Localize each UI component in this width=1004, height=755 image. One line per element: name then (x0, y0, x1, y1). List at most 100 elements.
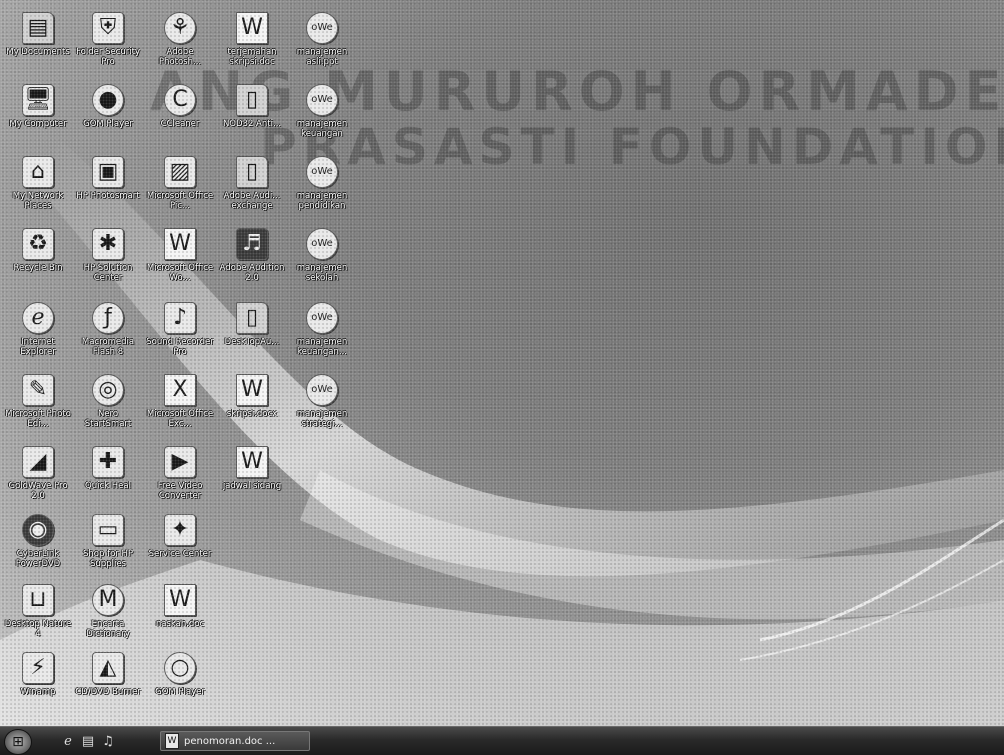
desktop-icon-adobe-photoshop[interactable]: ⚘ Adobe Photosh... (146, 8, 214, 74)
desktop-icon-owe-6[interactable]: oWe manajemen strategi... (288, 370, 356, 436)
icon-label: jadwal sidang (222, 481, 282, 491)
owe-icon: oWe (306, 374, 338, 406)
camera-icon: ▣ (92, 156, 124, 188)
icon-label: HP Photosmart (76, 191, 140, 201)
icon-label: Winamp (20, 687, 56, 697)
ccleaner-icon: C (164, 84, 196, 116)
icon-label: Service Center (148, 549, 212, 559)
icon-label: Microsoft Office Wo... (146, 263, 214, 283)
desktop-icon-recycle-bin[interactable]: ♻ Recycle Bin (4, 224, 72, 290)
icon-label: Recycle Bin (13, 263, 63, 273)
desktop-icon-nero[interactable]: ◎ Nero StartSmart (74, 370, 142, 436)
desktop-icon-owe-3[interactable]: oWe manajemen pendidikan (288, 152, 356, 218)
desktop-icon-terjemahan-doc[interactable]: W terjemahan skripsi.doc (218, 8, 286, 74)
quicklaunch-show-desktop-icon[interactable]: ▤ (80, 733, 96, 749)
icon-label: My Network Places (12, 191, 64, 211)
desktop-icon-powerdvd[interactable]: ◉ CyberLink PowerDVD (4, 510, 72, 576)
desktop-icon-my-network-places[interactable]: ⌂ My Network Places (4, 152, 72, 218)
desktop-icon-hp-supplies[interactable]: ▭ Shop for HP Supplies (74, 510, 142, 576)
photo-editor-icon: ✎ (22, 374, 54, 406)
word-doc-icon: W (164, 584, 196, 616)
desktop-icon-owe-4[interactable]: oWe manajemen sekolah (288, 224, 356, 290)
icon-label: Adobe Photosh... (158, 47, 202, 67)
office-picture-icon: ▨ (164, 156, 196, 188)
icon-label: Adobe Audi... exchange (223, 191, 281, 211)
icon-label: Microsoft Office Exc... (146, 409, 214, 429)
desktop-icon-gom-player[interactable]: ● GOM Player (74, 80, 142, 146)
windows-orb-icon: ⊞ (12, 734, 24, 750)
quicklaunch-internet-explorer-icon[interactable]: e (60, 733, 76, 749)
desktop-icon-encarta-dictionary[interactable]: M Encarta Dictionary (74, 580, 142, 646)
dictionary-icon: M (92, 584, 124, 616)
desktop-icon-winamp[interactable]: ⚡ Winamp (4, 648, 72, 714)
desktop-icon-gom-player-2[interactable]: ○ GOM Player (146, 648, 214, 714)
desktop-icon-office-picture[interactable]: ▨ Microsoft Office Pic... (146, 152, 214, 218)
desktop-icon-audition-exchange-folder[interactable]: ▯ Adobe Audi... exchange (218, 152, 286, 218)
desktop-icon-ccleaner[interactable]: C CCleaner (146, 80, 214, 146)
icon-label: Microsoft Office Pic... (146, 191, 214, 211)
desktop-icon-video-converter[interactable]: ▶ Free Video Converter (146, 442, 214, 508)
icon-label: My Documents (6, 47, 70, 57)
desktop-icon-quick-heal[interactable]: ✚ Quick Heal (74, 442, 142, 508)
icon-label: CyberLink PowerDVD (15, 549, 61, 569)
desktop-icon-owe-1[interactable]: oWe manajemen asli.ppt (288, 8, 356, 74)
winamp-icon: ⚡ (22, 652, 54, 684)
icon-label: NOD32 Anti... (222, 119, 282, 129)
icon-label: manajemen keuangan... (296, 337, 348, 357)
desktop-icon-goldwave[interactable]: ◢ GoldWave Pro 2.0 (4, 442, 72, 508)
desktop[interactable]: ANG MURUROH ORMADENHSIN PRASASTI FOUNDAT… (0, 0, 1004, 726)
owe-icon: oWe (306, 156, 338, 188)
icon-label: My Computer (9, 119, 67, 129)
icon-label: Internet Explorer (20, 337, 56, 357)
internet-explorer-icon: e (22, 302, 54, 334)
icon-label: Sound Recorder Pro (146, 337, 214, 357)
owe-icon: oWe (306, 228, 338, 260)
icon-label: GOM Player (155, 687, 205, 697)
icon-label: DeskTopAu... (224, 337, 280, 347)
desktop-icon-hp-solution-center[interactable]: ✱ HP Solution Center (74, 224, 142, 290)
icon-label: skripsi.docx (226, 409, 278, 419)
quicklaunch-media-icon[interactable]: ♫ (100, 733, 116, 749)
desktop-app-icon: ⊔ (22, 584, 54, 616)
icon-label: Shop for HP Supplies (83, 549, 133, 569)
desktop-icon-office-excel[interactable]: X Microsoft Office Exc... (146, 370, 214, 436)
desktop-icon-jadwal-sidang[interactable]: W jadwal sidang (218, 442, 286, 508)
desktop-icon-internet-explorer[interactable]: e Internet Explorer (4, 298, 72, 364)
desktop-icon-office-word[interactable]: W Microsoft Office Wo... (146, 224, 214, 290)
video-converter-icon: ▶ (164, 446, 196, 478)
desktop-icon-macromedia-flash[interactable]: ƒ Macromedia Flash 8 (74, 298, 142, 364)
desktop-icon-nod32-folder[interactable]: ▯ NOD32 Anti... (218, 80, 286, 146)
desktop-icon-desktop-nature[interactable]: ⊔ Desktop Nature 4 (4, 580, 72, 646)
desktop-icon-my-documents[interactable]: ▤ My Documents (4, 8, 72, 74)
taskbar-button-active-document[interactable]: W penomoran.doc ... (160, 731, 310, 751)
desktop-icon-sound-recorder[interactable]: ♪ Sound Recorder Pro (146, 298, 214, 364)
wallpaper-watermark-line-2: PRASASTI FOUNDATION PLUTS (260, 118, 1004, 176)
dvd-player-icon: ◉ (22, 514, 54, 546)
desktop-icon-hp-photosmart[interactable]: ▣ HP Photosmart (74, 152, 142, 218)
icon-label: manajemen strategi... (296, 409, 348, 429)
desktop-icon-my-computer[interactable]: 🖥 My Computer (4, 80, 72, 146)
antivirus-icon: ✚ (92, 446, 124, 478)
desktop-icon-folder-security[interactable]: ⛨ Folder Security Pro (74, 8, 142, 74)
computer-icon: 🖥 (22, 84, 54, 116)
desktop-icon-photo-editor[interactable]: ✎ Microsoft Photo Edi... (4, 370, 72, 436)
start-button[interactable]: ⊞ (4, 729, 32, 755)
folder-docs-icon: ▤ (22, 12, 54, 44)
taskbar-button-label: penomoran.doc ... (184, 735, 276, 747)
desktop-icon-adobe-audition[interactable]: ♬ Adobe Audition 2.0 (218, 224, 286, 290)
owe-icon: oWe (306, 84, 338, 116)
icon-label: Free Video Converter (157, 481, 203, 501)
desktop-icon-cd-dvd-burner[interactable]: ◭ CD/DVD Burner (74, 648, 142, 714)
desktop-icon-owe-2[interactable]: oWe manajemen keuangan (288, 80, 356, 146)
flash-icon: ƒ (92, 302, 124, 334)
service-icon: ✦ (164, 514, 196, 546)
shopping-icon: ▭ (92, 514, 124, 546)
desktop-icon-naskah-doc[interactable]: W naskah.doc (146, 580, 214, 646)
desktop-icon-service-center[interactable]: ✦ Service Center (146, 510, 214, 576)
desktop-icon-desktopau-folder[interactable]: ▯ DeskTopAu... (218, 298, 286, 364)
icon-label: CD/DVD Burner (75, 687, 141, 697)
icon-label: Nero StartSmart (84, 409, 132, 429)
desktop-icon-owe-5[interactable]: oWe manajemen keuangan... (288, 298, 356, 364)
icon-label: terjemahan skripsi.doc (227, 47, 277, 67)
desktop-icon-skripsi-docx[interactable]: W skripsi.docx (218, 370, 286, 436)
